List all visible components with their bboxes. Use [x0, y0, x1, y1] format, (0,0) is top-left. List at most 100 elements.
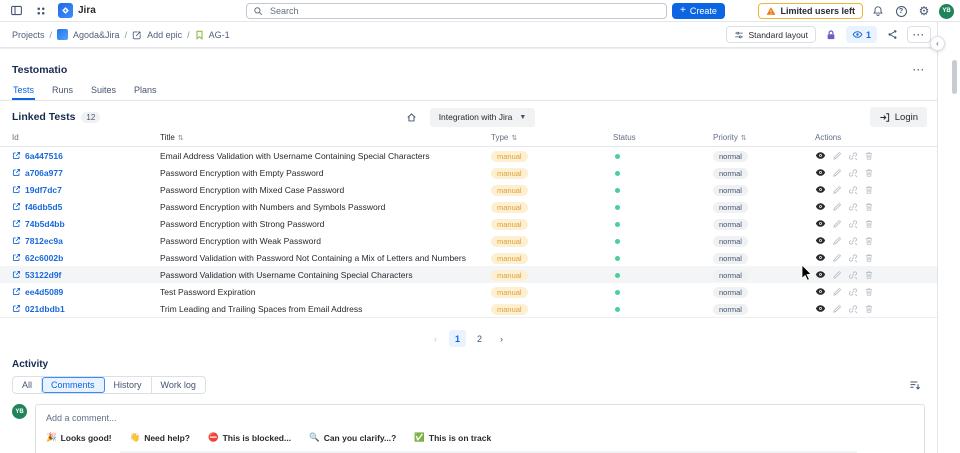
gear-icon[interactable]: ⚙	[916, 3, 932, 19]
sort-order-icon[interactable]	[909, 379, 921, 391]
breadcrumb-project[interactable]: Agoda&Jira	[73, 30, 120, 40]
pagination-prev[interactable]: ‹	[427, 330, 444, 347]
tab-plans[interactable]: Plans	[133, 83, 158, 100]
view-test-icon[interactable]	[815, 201, 826, 212]
delete-icon[interactable]	[864, 151, 874, 161]
pagination-page-2[interactable]: 2	[471, 330, 488, 347]
test-id-link[interactable]: 19df7dc7	[25, 185, 62, 195]
unlink-icon[interactable]	[848, 253, 858, 263]
view-test-icon[interactable]	[815, 150, 826, 161]
table-row[interactable]: 62c6002b Password Validation with Passwo…	[0, 249, 937, 266]
search-input[interactable]	[268, 5, 660, 17]
edit-icon[interactable]	[832, 304, 842, 314]
login-button[interactable]: Login	[869, 107, 928, 127]
unlink-icon[interactable]	[848, 287, 858, 297]
view-test-icon[interactable]	[815, 184, 826, 195]
edit-icon[interactable]	[832, 236, 842, 246]
table-row[interactable]: 021dbdb1 Trim Leading and Trailing Space…	[0, 300, 937, 317]
delete-icon[interactable]	[864, 236, 874, 246]
edit-icon[interactable]	[832, 168, 842, 178]
activity-tab-work-log[interactable]: Work log	[152, 377, 205, 393]
search-bar[interactable]	[246, 3, 667, 19]
test-id-link[interactable]: 6a447516	[25, 151, 63, 161]
quick-reply-chip[interactable]: 🎉 Looks good!	[46, 432, 112, 443]
user-avatar[interactable]: YB	[939, 3, 954, 19]
unlink-icon[interactable]	[848, 202, 858, 212]
unlink-icon[interactable]	[848, 270, 858, 280]
test-id-link[interactable]: ee4d5089	[25, 287, 63, 297]
delete-icon[interactable]	[864, 304, 874, 314]
quick-reply-chip[interactable]: ⛔ This is blocked...	[208, 432, 291, 443]
tab-suites[interactable]: Suites	[90, 83, 117, 100]
delete-icon[interactable]	[864, 202, 874, 212]
more-actions-button[interactable]: ···	[907, 26, 931, 43]
delete-icon[interactable]	[864, 287, 874, 297]
watchers-button[interactable]: 1	[845, 26, 877, 43]
jira-logo-icon[interactable]	[58, 3, 73, 18]
edit-icon[interactable]	[832, 270, 842, 280]
table-row[interactable]: 7812ec9a Password Encryption with Weak P…	[0, 232, 937, 249]
quick-reply-chip[interactable]: 👋 Need help?	[130, 432, 190, 443]
delete-icon[interactable]	[864, 270, 874, 280]
delete-icon[interactable]	[864, 185, 874, 195]
table-row[interactable]: f46db5d5 Password Encryption with Number…	[0, 198, 937, 215]
lock-icon[interactable]	[823, 27, 839, 43]
test-id-link[interactable]: 021dbdb1	[25, 304, 65, 314]
standard-layout-button[interactable]: Standard layout	[726, 26, 816, 43]
pagination-next[interactable]: ›	[493, 330, 510, 347]
activity-tab-history[interactable]: History	[105, 377, 152, 393]
bell-icon[interactable]	[870, 3, 886, 19]
unlink-icon[interactable]	[848, 185, 858, 195]
help-icon[interactable]: ?	[893, 3, 909, 19]
edit-icon[interactable]	[832, 185, 842, 195]
table-row[interactable]: 74b5d4bb Password Encryption with Strong…	[0, 215, 937, 232]
delete-icon[interactable]	[864, 168, 874, 178]
limited-users-button[interactable]: Limited users left	[758, 3, 863, 19]
view-test-icon[interactable]	[815, 167, 826, 178]
comment-input[interactable]: Add a comment... 🎉 Looks good! 👋 Need help?…	[35, 404, 925, 453]
breadcrumb-issue[interactable]: AG-1	[209, 30, 230, 40]
test-id-link[interactable]: 74b5d4bb	[25, 219, 65, 229]
tab-tests[interactable]: Tests	[12, 83, 35, 100]
table-row[interactable]: a706a977 Password Encryption with Empty …	[0, 164, 937, 181]
table-row[interactable]: ee4d5089 Test Password Expiration manual…	[0, 283, 937, 300]
unlink-icon[interactable]	[848, 236, 858, 246]
view-test-icon[interactable]	[815, 286, 826, 297]
edit-icon[interactable]	[832, 287, 842, 297]
quick-reply-chip[interactable]: ✅ This is on track	[414, 432, 491, 443]
table-row[interactable]: 53122d9f Password Validation with Userna…	[0, 266, 937, 283]
unlink-icon[interactable]	[848, 219, 858, 229]
view-test-icon[interactable]	[815, 269, 826, 280]
activity-tab-all[interactable]: All	[13, 377, 43, 393]
edit-icon[interactable]	[832, 151, 842, 161]
pagination-page-1[interactable]: 1	[449, 330, 466, 347]
view-test-icon[interactable]	[815, 303, 826, 314]
breadcrumb-add-epic[interactable]: Add epic	[147, 30, 182, 40]
scrollbar-thumb[interactable]	[952, 60, 957, 94]
activity-tab-comments[interactable]: Comments	[42, 377, 105, 393]
view-test-icon[interactable]	[815, 235, 826, 246]
integration-dropdown[interactable]: Integration with Jira ▼	[429, 107, 536, 127]
column-header-priority[interactable]: Priority ⇅	[713, 133, 815, 142]
collapse-panel-button[interactable]: ‹	[930, 36, 945, 51]
unlink-icon[interactable]	[848, 168, 858, 178]
home-icon[interactable]	[404, 109, 420, 125]
panel-more-icon[interactable]: ···	[913, 65, 925, 75]
breadcrumb-projects[interactable]: Projects	[12, 30, 45, 40]
sidebar-toggle-icon[interactable]	[8, 3, 24, 19]
test-id-link[interactable]: 62c6002b	[25, 253, 63, 263]
create-button[interactable]: + Create	[672, 3, 725, 19]
tab-runs[interactable]: Runs	[51, 83, 74, 100]
share-icon[interactable]	[884, 27, 900, 43]
test-id-link[interactable]: 53122d9f	[25, 270, 61, 280]
edit-icon[interactable]	[832, 219, 842, 229]
quick-reply-chip[interactable]: 🔍 Can you clarify...?	[309, 432, 396, 443]
view-test-icon[interactable]	[815, 218, 826, 229]
table-row[interactable]: 6a447516 Email Address Validation with U…	[0, 147, 937, 164]
test-id-link[interactable]: f46db5d5	[25, 202, 62, 212]
test-id-link[interactable]: a706a977	[25, 168, 63, 178]
test-id-link[interactable]: 7812ec9a	[25, 236, 63, 246]
column-header-type[interactable]: Type ⇅	[491, 133, 613, 142]
unlink-icon[interactable]	[848, 151, 858, 161]
column-header-title[interactable]: Title ⇅	[160, 133, 491, 142]
